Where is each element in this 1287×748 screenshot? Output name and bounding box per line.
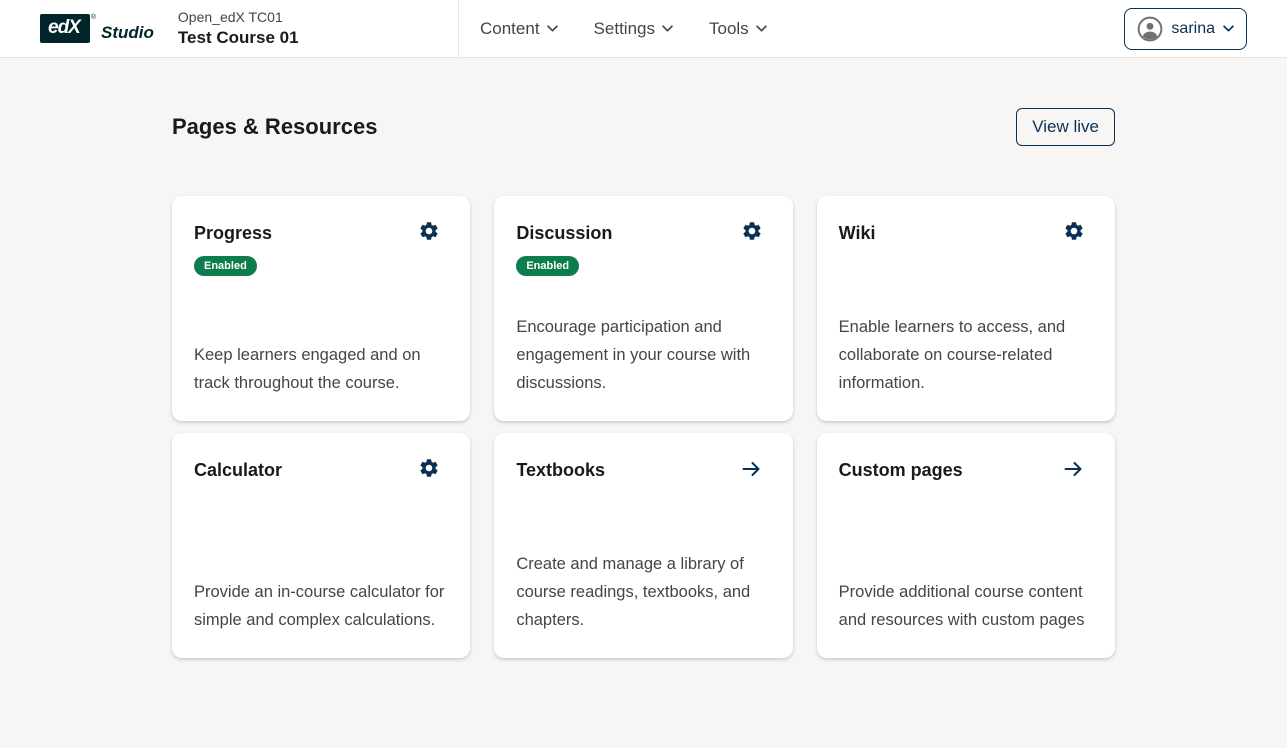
arrow-right-icon[interactable] — [739, 457, 763, 481]
status-badge: Enabled — [194, 256, 257, 276]
settings-icon[interactable] — [418, 457, 440, 479]
nav-tools-label: Tools — [709, 19, 749, 39]
arrow-right-icon[interactable] — [1061, 457, 1085, 481]
card-title: Progress — [194, 222, 272, 245]
status-badge: Enabled — [516, 256, 579, 276]
edx-logo-mark: edX — [40, 14, 90, 43]
nav-content[interactable]: Content — [471, 11, 567, 47]
card-custom-pages: Custom pages Provide additional course c… — [817, 433, 1115, 658]
chevron-down-icon — [662, 25, 673, 32]
studio-wordmark: Studio — [101, 23, 154, 43]
header-left: edX ® Studio Open_edX TC01 Test Course 0… — [40, 8, 458, 48]
card-title: Textbooks — [516, 459, 605, 482]
card-description: Create and manage a library of course re… — [516, 550, 770, 634]
card-description: Provide additional course content and re… — [839, 578, 1093, 634]
page-title: Pages & Resources — [172, 114, 377, 140]
view-live-button[interactable]: View live — [1016, 108, 1115, 146]
card-description: Encourage participation and engagement i… — [516, 313, 770, 397]
cards-grid: Progress Enabled Keep learners engaged a… — [172, 196, 1115, 658]
edx-studio-logo[interactable]: edX ® Studio — [40, 14, 154, 43]
card-wiki: Wiki Enable learners to access, and coll… — [817, 196, 1115, 421]
settings-icon[interactable] — [741, 220, 763, 242]
card-title: Discussion — [516, 222, 612, 245]
chevron-down-icon — [1223, 25, 1234, 32]
registered-mark: ® — [91, 14, 96, 21]
card-description: Keep learners engaged and on track throu… — [194, 341, 448, 397]
user-menu-button[interactable]: sarina — [1124, 8, 1247, 50]
nav-content-label: Content — [480, 19, 540, 39]
chevron-down-icon — [756, 25, 767, 32]
card-description: Provide an in-course calculator for simp… — [194, 578, 448, 634]
card-description: Enable learners to access, and collabora… — [839, 313, 1093, 397]
settings-icon[interactable] — [1063, 220, 1085, 242]
nav-tools[interactable]: Tools — [700, 11, 776, 47]
card-title: Custom pages — [839, 459, 963, 482]
card-title: Calculator — [194, 459, 282, 482]
card-title: Wiki — [839, 222, 876, 245]
main-content: Pages & Resources View live Progress Ena… — [0, 58, 1287, 658]
card-calculator: Calculator Provide an in-course calculat… — [172, 433, 470, 658]
page-header: Pages & Resources View live — [172, 108, 1115, 146]
chevron-down-icon — [547, 25, 558, 32]
nav-settings-label: Settings — [594, 19, 655, 39]
course-info: Open_edX TC01 Test Course 01 — [178, 8, 299, 48]
app-header: edX ® Studio Open_edX TC01 Test Course 0… — [0, 0, 1287, 58]
main-nav: Content Settings Tools — [471, 11, 794, 47]
settings-icon[interactable] — [418, 220, 440, 242]
card-progress: Progress Enabled Keep learners engaged a… — [172, 196, 470, 421]
card-textbooks: Textbooks Create and manage a library of… — [494, 433, 792, 658]
avatar-icon — [1137, 16, 1163, 42]
card-discussion: Discussion Enabled Encourage participati… — [494, 196, 792, 421]
nav-settings[interactable]: Settings — [585, 11, 682, 47]
username: sarina — [1171, 20, 1215, 38]
header-divider — [458, 0, 459, 58]
course-title: Test Course 01 — [178, 27, 299, 49]
course-org-run: Open_edX TC01 — [178, 8, 299, 26]
